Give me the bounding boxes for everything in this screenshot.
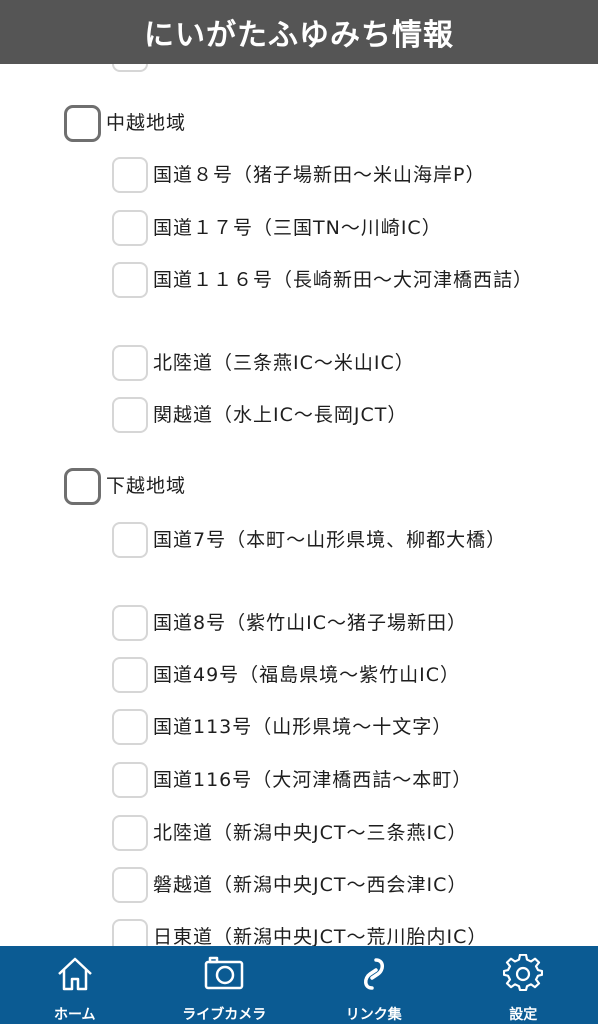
region-checkbox-chuetsu[interactable] <box>64 105 101 142</box>
road-checkbox[interactable] <box>112 815 148 851</box>
road-label: 関越道（水上IC〜長岡JCT） <box>153 404 408 426</box>
road-label: 国道113号（山形県境〜十文字） <box>153 716 453 738</box>
tab-links-label: リンク集 <box>345 1007 402 1023</box>
road-checkbox[interactable] <box>112 522 148 558</box>
road-label: 国道49号（福島県境〜紫竹山IC） <box>153 664 461 686</box>
region-label-chuetsu: 中越地域 <box>106 112 187 134</box>
road-checkbox[interactable] <box>112 397 148 433</box>
road-label: 磐越道（新潟中央JCT〜西会津IC） <box>153 874 468 896</box>
road-checkbox[interactable] <box>112 919 148 946</box>
home-icon <box>57 957 92 991</box>
tab-live-camera-label: ライブカメラ <box>182 1007 267 1023</box>
region-checkbox-kaetsu[interactable] <box>64 468 101 505</box>
tab-links[interactable]: リンク集 <box>299 946 449 1024</box>
road-label: 国道１１６号（長崎新田〜大河津橋西詰） <box>153 269 534 291</box>
road-checkbox[interactable] <box>112 657 148 693</box>
page-title: にいがたふゆみち情報 <box>144 18 454 53</box>
link-icon <box>363 958 384 990</box>
road-checkbox[interactable] <box>112 762 148 798</box>
app-header: にいがたふゆみち情報 <box>0 0 598 64</box>
tab-home[interactable]: ホーム <box>0 946 150 1024</box>
road-checkbox[interactable] <box>112 157 148 193</box>
road-label: 国道１７号（三国TN〜川崎IC） <box>153 217 442 239</box>
road-label: 国道7号（本町〜山形県境、柳都大橋） <box>153 529 507 551</box>
road-label: 国道８号（猪子場新田〜米山海岸P） <box>153 164 486 186</box>
road-label: 国道8号（紫竹山IC〜猪子場新田） <box>153 612 467 634</box>
region-label-kaetsu: 下越地域 <box>106 475 187 497</box>
road-checkbox[interactable] <box>112 64 148 72</box>
road-checkbox[interactable] <box>112 345 148 381</box>
road-label: 北陸道（新潟中央JCT〜三条燕IC） <box>153 822 468 844</box>
road-label: 国道116号（大河津橋西詰〜本町） <box>153 769 473 791</box>
camera-icon <box>205 956 244 990</box>
tab-home-label: ホーム <box>53 1007 96 1023</box>
road-checkbox[interactable] <box>112 262 148 298</box>
tab-settings-label: 設定 <box>509 1007 538 1023</box>
road-checkbox[interactable] <box>112 605 148 641</box>
road-label: 北陸道（三条燕IC〜米山IC） <box>153 352 415 374</box>
road-selection-list[interactable]: 中越地域 国道８号（猪子場新田〜米山海岸P） 国道１７号（三国TN〜川崎IC） … <box>0 64 598 946</box>
gear-icon <box>503 954 544 992</box>
tab-settings[interactable]: 設定 <box>449 946 598 1024</box>
bottom-tab-bar: ホーム ライブカメラ リンク集 設定 <box>0 946 598 1024</box>
tab-live-camera[interactable]: ライブカメラ <box>150 946 300 1024</box>
road-label: 日東道（新潟中央JCT〜荒川胎内IC） <box>153 926 488 946</box>
road-checkbox[interactable] <box>112 709 148 745</box>
road-checkbox[interactable] <box>112 867 148 903</box>
road-checkbox[interactable] <box>112 210 148 246</box>
